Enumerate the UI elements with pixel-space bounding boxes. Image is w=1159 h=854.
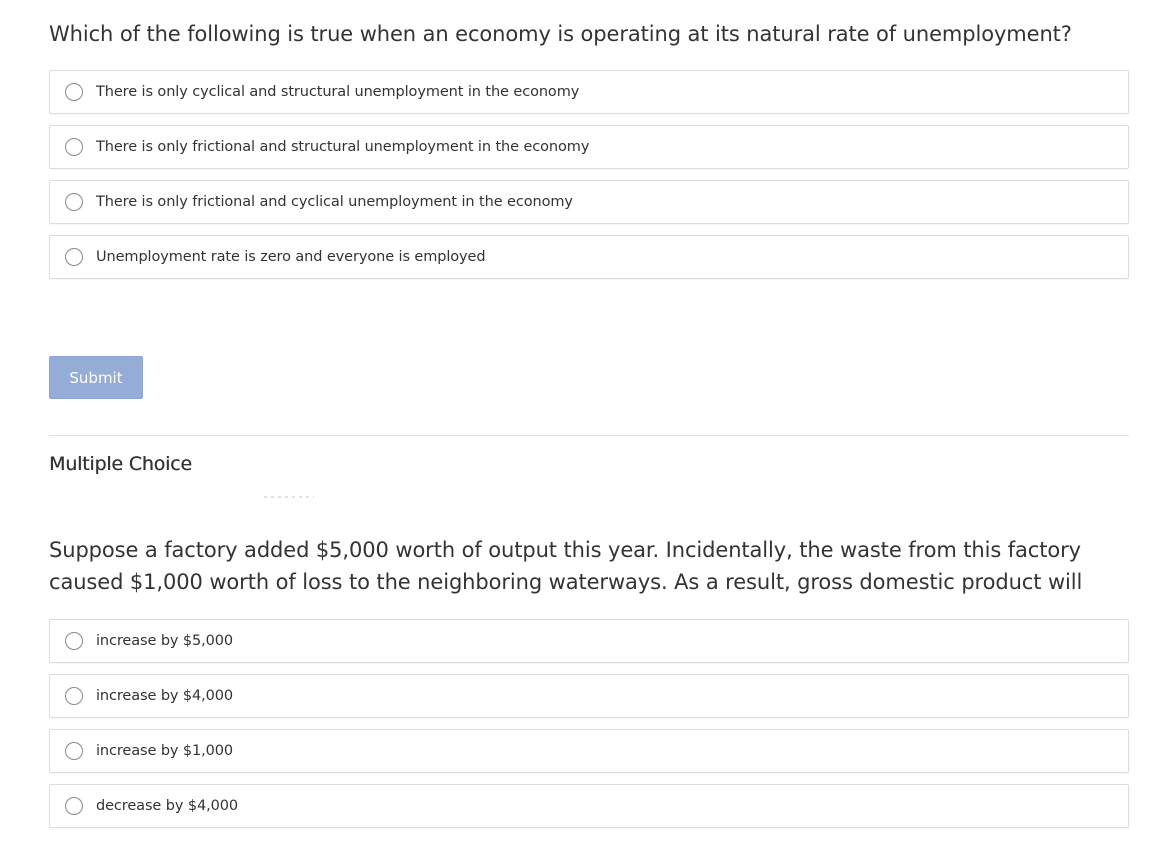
answer-option-label: increase by $1,000 xyxy=(96,743,234,759)
question-2-text: Suppose a factory added $5,000 worth of … xyxy=(49,538,1083,594)
answer-option[interactable]: increase by $1,000 xyxy=(49,729,1129,773)
answer-option-label: increase by $4,000 xyxy=(96,688,234,704)
answer-option[interactable]: There is only frictional and structural … xyxy=(49,125,1129,169)
answer-option-label: There is only cyclical and structural un… xyxy=(96,84,580,100)
section-heading: Multiple Choice xyxy=(49,453,192,475)
radio-button-icon[interactable] xyxy=(65,193,83,211)
submit-button[interactable]: Submit xyxy=(49,356,143,399)
radio-button-icon[interactable] xyxy=(65,797,83,815)
answer-option-label: There is only frictional and structural … xyxy=(96,139,590,155)
radio-button-icon[interactable] xyxy=(65,83,83,101)
answer-option-label: increase by $5,000 xyxy=(96,633,234,649)
question-1-options: There is only cyclical and structural un… xyxy=(49,70,1129,290)
radio-button-icon[interactable] xyxy=(65,632,83,650)
radio-button-icon[interactable] xyxy=(65,742,83,760)
answer-option-label: There is only frictional and cyclical un… xyxy=(96,194,573,210)
answer-option[interactable]: increase by $4,000 xyxy=(49,674,1129,718)
question-2-options: increase by $5,000 increase by $4,000 in… xyxy=(49,619,1129,839)
answer-option[interactable]: There is only frictional and cyclical un… xyxy=(49,180,1129,224)
answer-option-label: Unemployment rate is zero and everyone i… xyxy=(96,249,486,265)
faint-artifact xyxy=(264,496,314,498)
radio-button-icon[interactable] xyxy=(65,248,83,266)
radio-button-icon[interactable] xyxy=(65,138,83,156)
section-divider xyxy=(49,435,1129,436)
radio-button-icon[interactable] xyxy=(65,687,83,705)
answer-option[interactable]: Unemployment rate is zero and everyone i… xyxy=(49,235,1129,279)
question-1-text: Which of the following is true when an e… xyxy=(49,22,1072,46)
answer-option[interactable]: increase by $5,000 xyxy=(49,619,1129,663)
answer-option-label: decrease by $4,000 xyxy=(96,798,238,814)
answer-option[interactable]: There is only cyclical and structural un… xyxy=(49,70,1129,114)
answer-option[interactable]: decrease by $4,000 xyxy=(49,784,1129,828)
